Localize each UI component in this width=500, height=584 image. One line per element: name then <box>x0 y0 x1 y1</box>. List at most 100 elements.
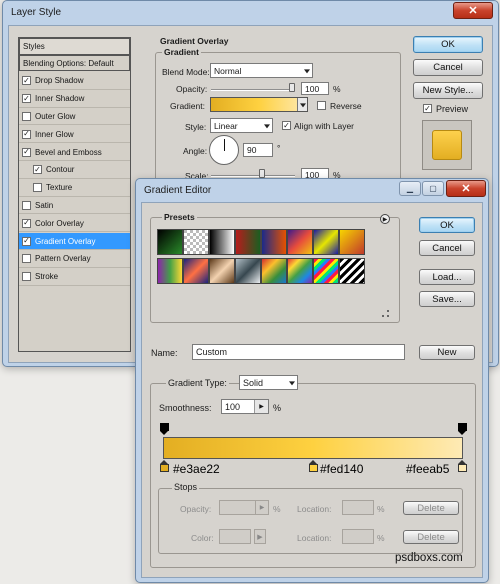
reverse-checkbox[interactable] <box>317 101 326 110</box>
style-item[interactable]: Stroke <box>19 269 130 286</box>
styles-list: Styles Blending Options: Default ✓ Drop Sh… <box>18 37 131 352</box>
new-gradient-button[interactable]: New <box>419 345 475 360</box>
preset-swatch[interactable] <box>235 258 261 284</box>
stop-opacity-input[interactable]: ▶ <box>219 500 269 515</box>
maximize-button[interactable]: ▢ <box>422 181 444 196</box>
save-button[interactable]: Save... <box>419 291 475 307</box>
delete-color-stop-button[interactable]: Delete <box>403 530 459 544</box>
style-item-checkbox[interactable] <box>22 200 31 210</box>
style-item-checkbox[interactable]: ✓ <box>22 129 31 139</box>
opacity-slider-track[interactable] <box>211 89 295 91</box>
style-item-checkbox[interactable] <box>33 183 42 193</box>
gradient-preview-bar[interactable] <box>163 437 463 459</box>
style-item-checkbox[interactable] <box>22 111 31 121</box>
preset-swatch[interactable] <box>209 258 235 284</box>
layer-style-cancel-button[interactable]: Cancel <box>413 59 483 76</box>
gradient-cancel-button[interactable]: Cancel <box>419 240 475 256</box>
preset-swatch[interactable] <box>235 229 261 255</box>
preset-swatch[interactable] <box>313 229 339 255</box>
gradient-editor-title: Gradient Editor <box>144 185 212 196</box>
gradient-ok-button[interactable]: OK <box>419 217 475 233</box>
preset-swatch[interactable] <box>157 258 183 284</box>
style-item-checkbox[interactable]: ✓ <box>22 76 31 86</box>
blend-mode-dropdown[interactable]: Normal <box>210 63 313 78</box>
preset-swatch[interactable] <box>261 229 287 255</box>
style-item[interactable]: Pattern Overlay <box>19 251 130 268</box>
color-stop-1[interactable] <box>160 460 169 472</box>
gradient-picker[interactable] <box>210 97 308 112</box>
style-item[interactable]: Blending Options: Default <box>19 55 130 71</box>
stop-2-hex: #fed140 <box>320 462 364 476</box>
opacity-stop-left[interactable] <box>160 423 169 435</box>
layer-style-close-button[interactable]: ✕ <box>453 2 493 19</box>
preset-swatch[interactable] <box>339 258 365 284</box>
align-with-layer-checkbox[interactable]: ✓ <box>282 121 291 130</box>
preset-swatch[interactable] <box>313 258 339 284</box>
layer-style-ok-button[interactable]: OK <box>413 36 483 53</box>
opacity-location-unit: % <box>377 504 385 514</box>
gradient-type-label: Gradient Type: <box>166 378 229 388</box>
preset-swatch[interactable] <box>183 258 209 284</box>
style-item-checkbox[interactable]: ✓ <box>33 165 42 175</box>
style-item-checkbox[interactable]: ✓ <box>22 236 31 246</box>
style-item[interactable]: ✓ Drop Shadow <box>19 73 130 90</box>
opacity-slider-thumb[interactable] <box>289 83 295 92</box>
smoothness-input[interactable]: 100 ▶ <box>221 399 269 414</box>
preset-swatch[interactable] <box>209 229 235 255</box>
style-item[interactable]: ✓ Inner Glow <box>19 126 130 144</box>
chevron-down-icon <box>264 123 270 128</box>
opacity-stop-right[interactable] <box>458 423 467 435</box>
delete-opacity-stop-button[interactable]: Delete <box>403 501 459 515</box>
style-item[interactable]: Satin <box>19 197 130 215</box>
stop-color-swatch[interactable] <box>219 529 251 544</box>
color-location-unit: % <box>377 533 385 543</box>
name-input[interactable]: Custom <box>192 344 405 360</box>
style-item-checkbox[interactable] <box>22 254 31 264</box>
preset-swatch[interactable] <box>339 229 365 255</box>
style-item-checkbox[interactable]: ✓ <box>22 94 31 104</box>
style-item-label: Blending Options: Default <box>23 58 114 68</box>
style-item[interactable]: Texture <box>19 180 130 197</box>
style-item-checkbox[interactable]: ✓ <box>22 218 31 228</box>
style-item-checkbox[interactable] <box>22 272 31 282</box>
opacity-location-input[interactable] <box>342 500 374 515</box>
stop-3-hex: #feeab5 <box>406 462 450 476</box>
scale-slider-thumb[interactable] <box>259 169 265 178</box>
preset-swatch[interactable] <box>261 258 287 284</box>
preset-swatch[interactable] <box>157 229 183 255</box>
gradient-type-dropdown[interactable]: Solid <box>239 375 298 390</box>
style-item[interactable]: ✓ Color Overlay <box>19 215 130 233</box>
preview-checkbox[interactable]: ✓ <box>423 104 432 113</box>
scale-slider-track[interactable] <box>211 175 295 177</box>
preview-label: Preview <box>436 104 469 114</box>
gradient-editor-close-button[interactable]: ✕ <box>446 180 486 197</box>
style-item-label: Contour <box>46 165 75 175</box>
color-stop-3[interactable] <box>458 460 467 472</box>
opacity-input[interactable]: 100 <box>301 82 329 95</box>
preset-swatch[interactable] <box>183 229 209 255</box>
presets-resize-handle[interactable] <box>382 310 389 317</box>
style-item[interactable]: Outer Glow <box>19 108 130 126</box>
preset-swatch[interactable] <box>287 229 313 255</box>
color-location-input[interactable] <box>342 529 374 544</box>
presets-menu-icon[interactable]: ▶ <box>380 214 390 224</box>
angle-input[interactable]: 90 <box>243 143 273 157</box>
style-dropdown[interactable]: Linear <box>210 118 273 133</box>
style-item[interactable]: ✓ Contour <box>19 162 130 179</box>
load-button[interactable]: Load... <box>419 269 475 285</box>
stop-opacity-stepper[interactable]: ▶ <box>255 501 268 514</box>
stop-color-picker-arrow[interactable]: ▶ <box>254 529 266 544</box>
style-item[interactable]: ✓ Inner Shadow <box>19 91 130 108</box>
color-stop-2[interactable] <box>309 460 318 472</box>
style-item[interactable]: ✓ Bevel and Emboss <box>19 144 130 161</box>
new-style-button[interactable]: New Style... <box>413 82 483 99</box>
styles-header[interactable]: Styles <box>19 38 130 55</box>
preset-swatch[interactable] <box>287 258 313 284</box>
smoothness-stepper-arrow[interactable]: ▶ <box>254 400 268 413</box>
minimize-button[interactable]: ▁ <box>399 181 421 196</box>
angle-dial[interactable] <box>209 135 239 165</box>
style-item-checkbox[interactable]: ✓ <box>22 147 31 157</box>
style-value: Linear <box>214 120 238 131</box>
style-item-label: Outer Glow <box>35 111 76 121</box>
style-item[interactable]: ✓ Gradient Overlay <box>19 233 130 250</box>
